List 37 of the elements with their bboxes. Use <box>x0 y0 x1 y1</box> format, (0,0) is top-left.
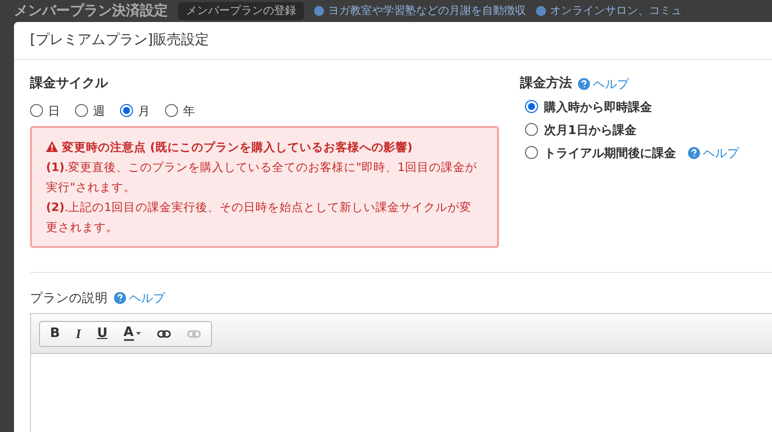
radio-button[interactable] <box>525 146 538 159</box>
help-link[interactable]: ヘルプ <box>129 288 165 307</box>
help-link[interactable]: ヘルプ <box>703 144 739 162</box>
field-label: プランの説明 <box>30 288 108 306</box>
radio-label: 年 <box>183 102 195 120</box>
radio-label: 購入時から即時課金 <box>544 98 652 116</box>
radio-label: トライアル期間後に課金 <box>544 144 676 162</box>
radio-button[interactable] <box>165 104 178 117</box>
radio-label: 月 <box>138 102 150 120</box>
help-link[interactable]: ヘルプ <box>593 74 629 93</box>
rich-text-editor[interactable]: B I U A <box>30 313 772 432</box>
radio-label: 日 <box>48 102 60 120</box>
italic-button[interactable]: I <box>68 322 89 346</box>
warning-heading: 変更時の注意点 (既にこのプランを購入しているお客様への影響) <box>62 138 413 156</box>
radio-button[interactable] <box>75 104 88 117</box>
register-button[interactable]: メンバープランの登録 <box>178 2 304 20</box>
radio-button[interactable] <box>120 104 133 117</box>
field-label: 課金方法 <box>520 74 572 93</box>
warning-text: (2).上記の1回目の課金実行後、その日時を始点として新しい課金サイクルが変更されます。 <box>46 198 472 236</box>
page-link[interactable]: ヨガ教室や学習塾などの月謝を自動徴収 <box>328 2 526 20</box>
underline-button[interactable]: U <box>88 322 116 346</box>
caret-icon <box>136 332 141 336</box>
text-color-button[interactable]: A <box>116 322 149 346</box>
field-label: 課金サイクル <box>30 75 110 93</box>
broken-chain-icon <box>186 328 201 339</box>
warning-icon <box>46 141 58 152</box>
radio-label: 次月1日から課金 <box>544 122 636 138</box>
page-link[interactable]: オンラインサロン、コミュ <box>550 2 682 20</box>
chain-link-icon <box>156 328 171 339</box>
radio-button[interactable] <box>525 123 538 136</box>
radio-button[interactable] <box>525 100 538 113</box>
radio-button[interactable] <box>30 104 43 117</box>
radio-label: 週 <box>93 102 105 120</box>
bold-button[interactable]: B <box>42 322 68 346</box>
warning-text: (1).変更直後、このプランを購入している全てのお客様に"即時、1回目の課金が実行"されます。 <box>46 158 478 196</box>
page-title: メンバープラン決済設定 <box>14 3 168 19</box>
modal-title: [プレミアムプラン]販売設定 <box>30 31 209 50</box>
